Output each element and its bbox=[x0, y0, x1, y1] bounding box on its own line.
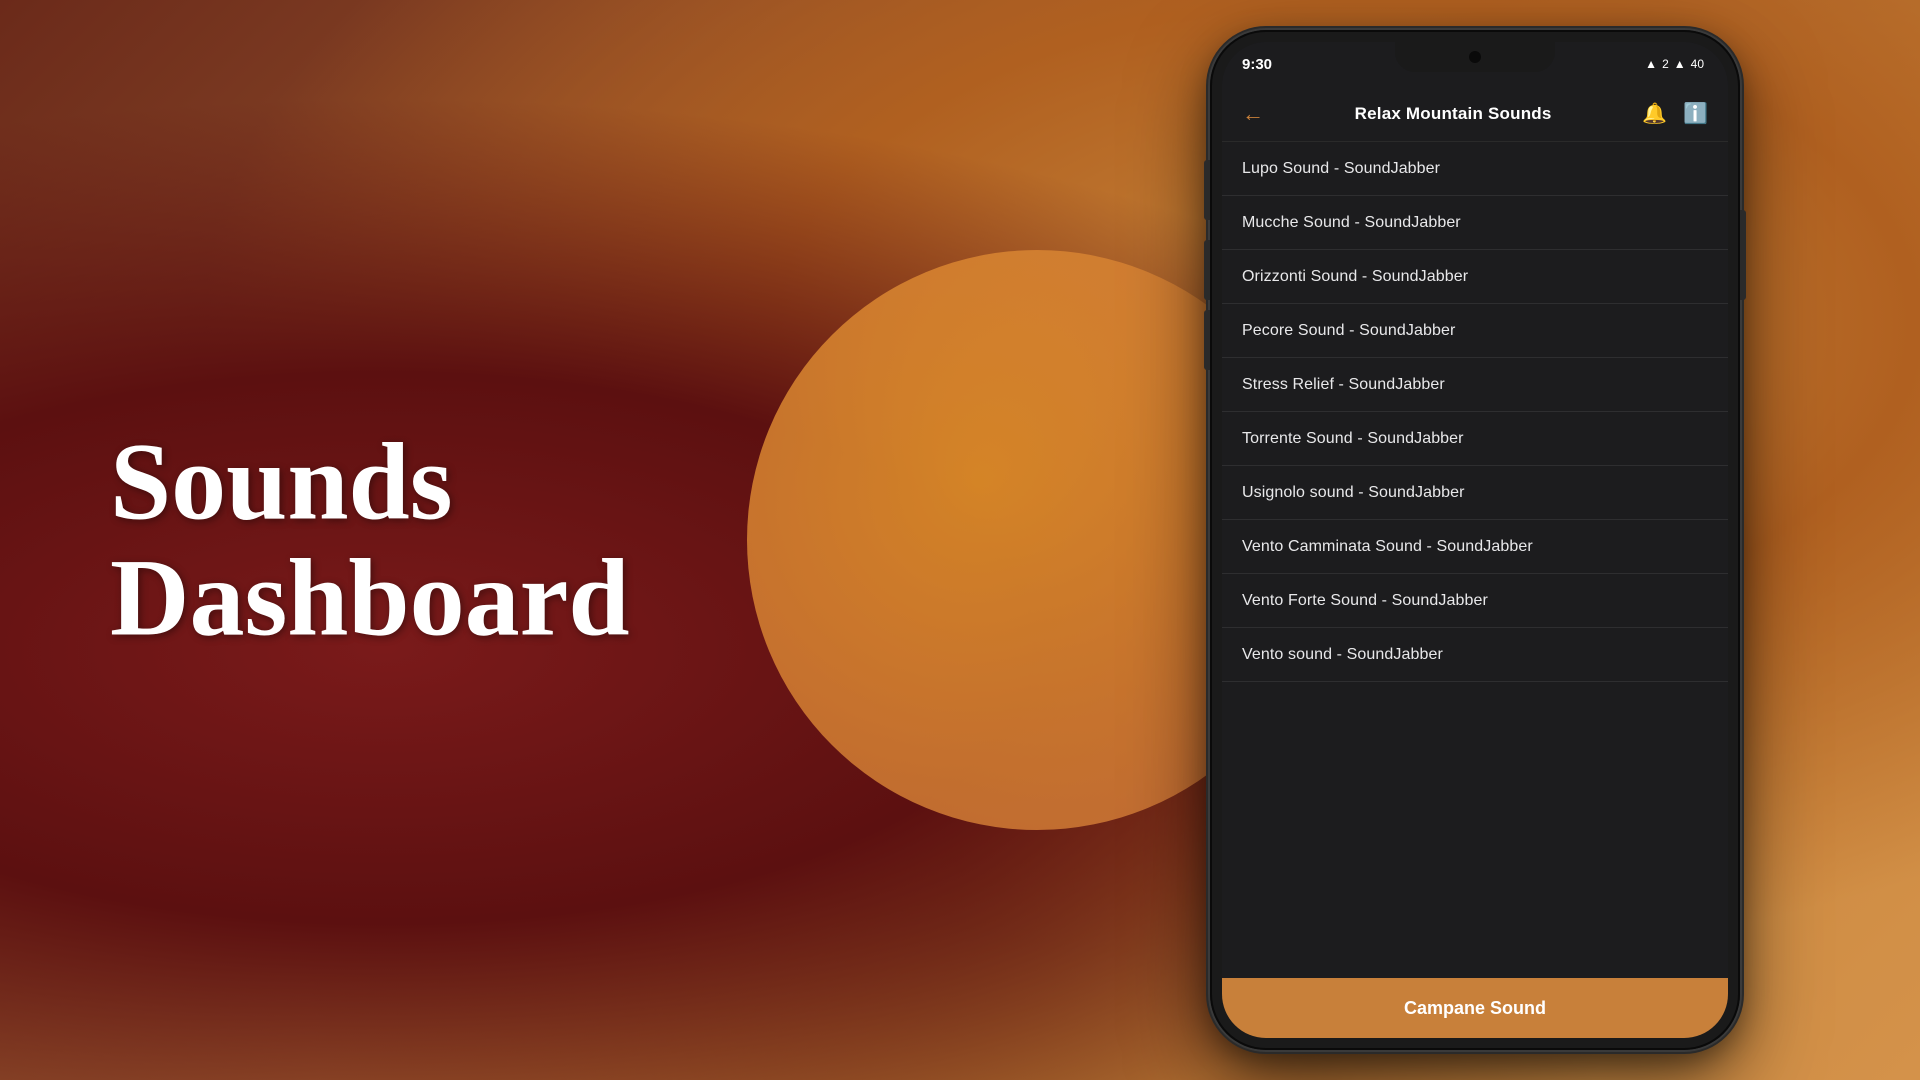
list-item[interactable]: Vento Forte Sound - SoundJabber bbox=[1222, 574, 1728, 628]
hero-line1: Sounds bbox=[110, 425, 630, 541]
sound-list: Lupo Sound - SoundJabber Mucche Sound - … bbox=[1222, 142, 1728, 978]
sound-item-label: Orizzonti Sound - SoundJabber bbox=[1242, 268, 1468, 285]
sound-item-label: Vento Camminata Sound - SoundJabber bbox=[1242, 538, 1533, 555]
bottom-bar[interactable]: Campane Sound bbox=[1222, 978, 1728, 1038]
list-item[interactable]: Stress Relief - SoundJabber bbox=[1222, 358, 1728, 412]
sound-item-label: Torrente Sound - SoundJabber bbox=[1242, 430, 1464, 447]
phone-notch bbox=[1395, 42, 1555, 72]
battery-icon: 40 bbox=[1691, 57, 1704, 71]
app-header: ← Relax Mountain Sounds 🔔 ℹ️ bbox=[1222, 86, 1728, 142]
list-item[interactable]: Vento Camminata Sound - SoundJabber bbox=[1222, 520, 1728, 574]
hero-text: Sounds Dashboard bbox=[110, 425, 630, 656]
sound-item-label: Usignolo sound - SoundJabber bbox=[1242, 484, 1465, 501]
back-button[interactable]: ← bbox=[1242, 101, 1264, 127]
status-time: 9:30 bbox=[1242, 56, 1272, 73]
list-item[interactable]: Lupo Sound - SoundJabber bbox=[1222, 142, 1728, 196]
sound-item-label: Stress Relief - SoundJabber bbox=[1242, 376, 1445, 393]
hero-line2: Dashboard bbox=[110, 540, 630, 656]
list-item[interactable]: Mucche Sound - SoundJabber bbox=[1222, 196, 1728, 250]
sound-item-label: Mucche Sound - SoundJabber bbox=[1242, 214, 1461, 231]
network-icon: ▲ bbox=[1674, 57, 1686, 71]
list-item[interactable]: Pecore Sound - SoundJabber bbox=[1222, 304, 1728, 358]
list-item[interactable]: Usignolo sound - SoundJabber bbox=[1222, 466, 1728, 520]
list-item[interactable]: Orizzonti Sound - SoundJabber bbox=[1222, 250, 1728, 304]
sound-item-label: Vento sound - SoundJabber bbox=[1242, 646, 1443, 663]
sound-item-label: Pecore Sound - SoundJabber bbox=[1242, 322, 1455, 339]
sound-item-label: Vento Forte Sound - SoundJabber bbox=[1242, 592, 1488, 609]
bottom-bar-label: Campane Sound bbox=[1404, 998, 1546, 1019]
phone-frame: 9:30 ▲ 2 ▲ 40 ← Relax Mountain Sounds 🔔 … bbox=[1210, 30, 1740, 1050]
status-icons: ▲ 2 ▲ 40 bbox=[1645, 57, 1704, 71]
sound-item-label: Lupo Sound - SoundJabber bbox=[1242, 160, 1440, 177]
signal-icon: ▲ bbox=[1645, 57, 1657, 71]
camera-dot bbox=[1469, 51, 1481, 63]
phone-screen: 9:30 ▲ 2 ▲ 40 ← Relax Mountain Sounds 🔔 … bbox=[1222, 42, 1728, 1038]
list-item[interactable]: Vento sound - SoundJabber bbox=[1222, 628, 1728, 682]
header-title: Relax Mountain Sounds bbox=[1355, 104, 1552, 124]
header-icons: 🔔 ℹ️ bbox=[1642, 101, 1708, 126]
list-item[interactable]: Torrente Sound - SoundJabber bbox=[1222, 412, 1728, 466]
info-icon[interactable]: ℹ️ bbox=[1683, 101, 1708, 126]
phone-mockup: 9:30 ▲ 2 ▲ 40 ← Relax Mountain Sounds 🔔 … bbox=[1210, 30, 1740, 1050]
bell-icon[interactable]: 🔔 bbox=[1642, 101, 1667, 126]
wifi-icon: 2 bbox=[1662, 57, 1669, 71]
